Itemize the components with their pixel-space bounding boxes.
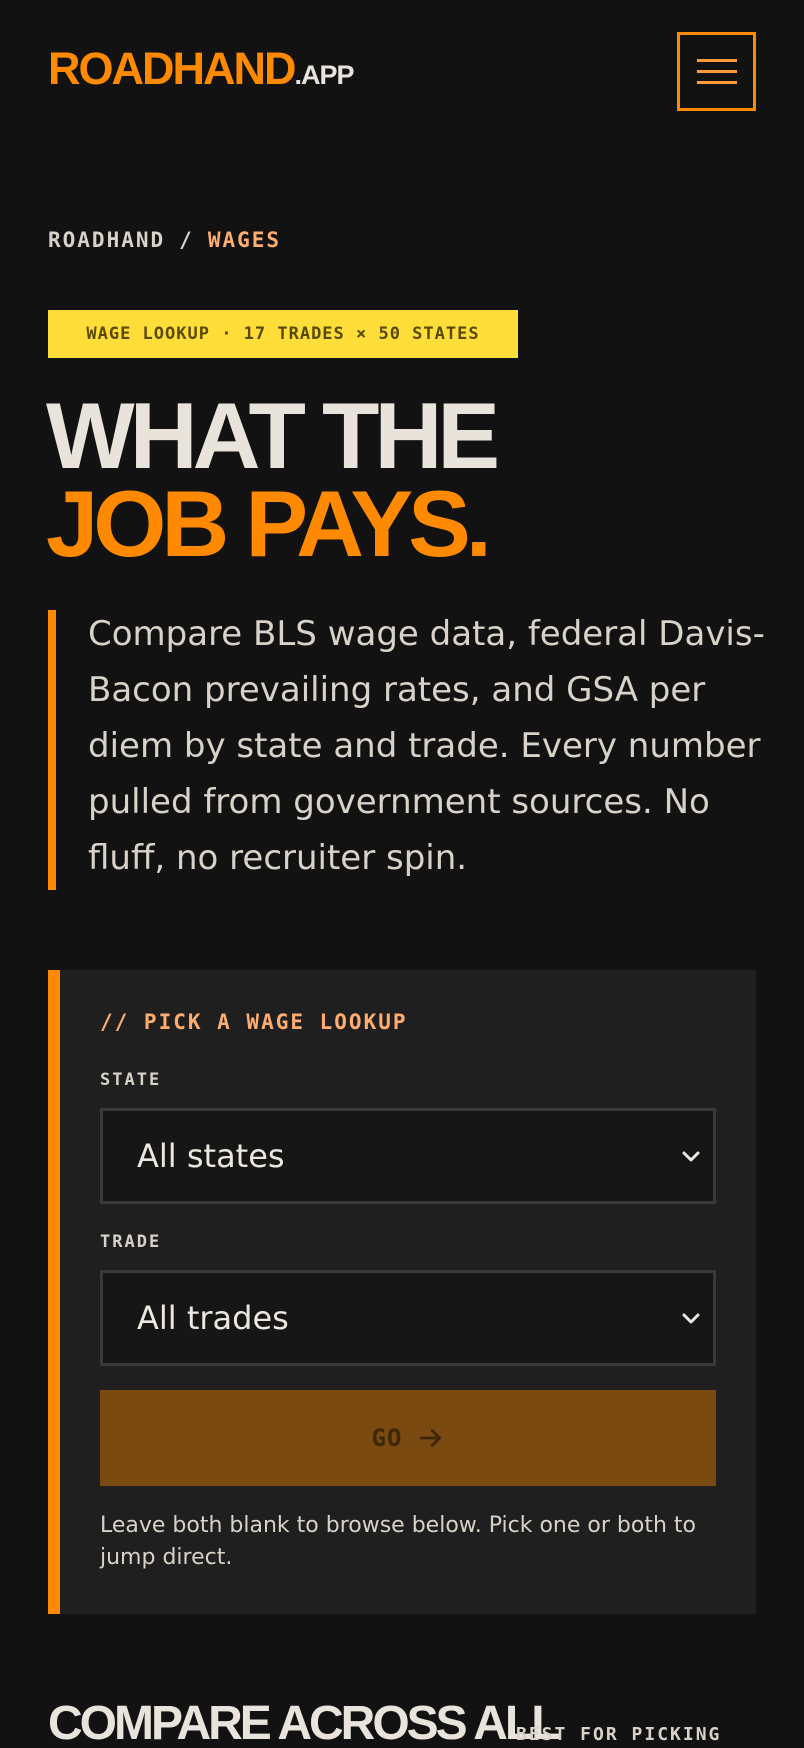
intro-quote: Compare BLS wage data, federal Davis-Bac…	[48, 610, 768, 890]
state-select[interactable]: All states	[100, 1108, 716, 1204]
breadcrumb-current: WAGES	[207, 228, 282, 252]
go-button[interactable]: GO	[100, 1390, 716, 1486]
wage-lookup-badge: WAGE LOOKUP · 17 TRADES × 50 STATES	[48, 310, 518, 358]
breadcrumb-root-link[interactable]: ROADHAND	[48, 228, 165, 252]
hamburger-menu-icon	[696, 59, 737, 62]
trade-label: TRADE	[100, 1232, 162, 1252]
state-label: STATE	[100, 1070, 162, 1090]
chevron-down-icon	[682, 1151, 700, 1162]
go-button-label: GO	[371, 1424, 403, 1452]
site-logo[interactable]: ROADHAND.APP	[48, 43, 355, 94]
lookup-title: // PICK A WAGE LOOKUP	[100, 1010, 408, 1034]
logo-main: ROADHAND	[48, 43, 296, 94]
wage-lookup-card: // PICK A WAGE LOOKUP STATE All states T…	[48, 970, 756, 1614]
logo-tld: .APP	[294, 60, 355, 90]
compare-section-note: BEST FOR PICKING	[516, 1724, 722, 1745]
breadcrumb: ROADHAND / WAGES	[48, 228, 281, 252]
wages-page: ROADHAND.APP ROADHAND / WAGES WAGE LOOKU…	[0, 0, 804, 1748]
menu-button[interactable]	[677, 32, 756, 111]
compare-section-title: COMPARE ACROSS ALL	[48, 1697, 561, 1748]
page-title-line1: WHAT THE	[46, 383, 500, 488]
arrow-right-icon	[420, 1429, 442, 1447]
intro-text: Compare BLS wage data, federal Davis-Bac…	[88, 614, 765, 878]
trade-select-value: All trades	[137, 1299, 289, 1337]
chevron-down-icon	[682, 1313, 700, 1324]
lookup-hint: Leave both blank to browse below. Pick o…	[100, 1513, 696, 1570]
page-title: WHAT THE JOB PAYS.	[46, 383, 500, 576]
breadcrumb-separator: /	[179, 228, 194, 252]
state-select-value: All states	[137, 1137, 285, 1175]
trade-select[interactable]: All trades	[100, 1270, 716, 1366]
page-title-line2: JOB PAYS.	[46, 471, 492, 576]
